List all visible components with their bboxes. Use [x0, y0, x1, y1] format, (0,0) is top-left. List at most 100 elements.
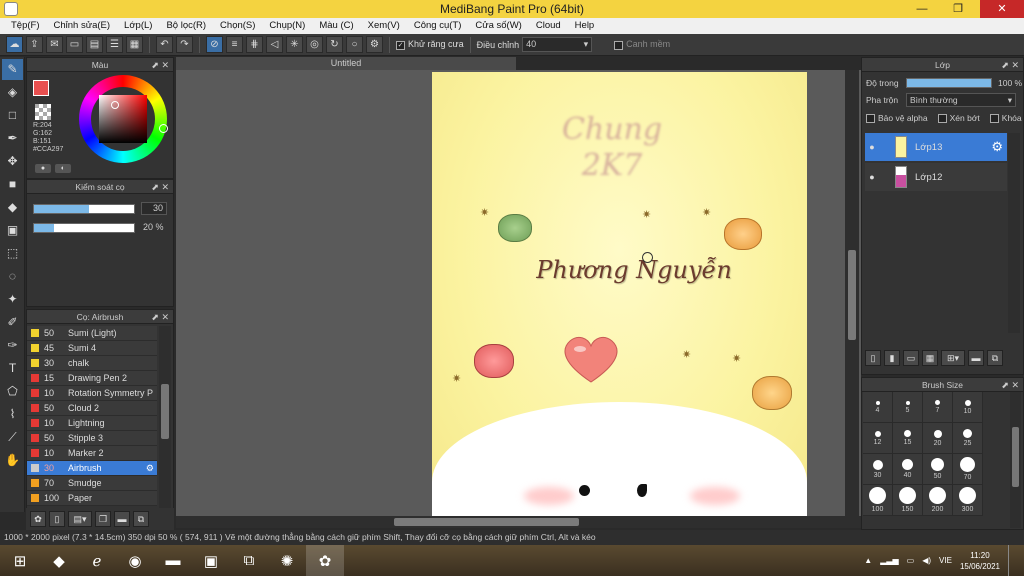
layer-menu-icon[interactable]: ⊞▾ — [941, 350, 965, 366]
brush-list-item[interactable]: 15 Drawing Pen 2 — [27, 371, 157, 386]
brush-size-cell[interactable]: 12 — [863, 423, 893, 454]
chrome-icon[interactable]: ◉ — [116, 545, 154, 576]
brush-opacity-slider[interactable] — [33, 223, 135, 233]
canvas-vertical-scrollbar[interactable] — [845, 70, 859, 516]
settings-icon[interactable]: ⚙ — [366, 36, 383, 53]
file-explorer-icon[interactable]: ▬ — [154, 545, 192, 576]
medibang-taskbar-icon[interactable]: ✿ — [306, 545, 344, 576]
lock-checkbox[interactable]: Khóa — [989, 113, 1022, 124]
powerpoint-icon[interactable]: ▣ — [192, 545, 230, 576]
menu-layer[interactable]: Lớp(L) — [117, 18, 159, 34]
cross-snap-icon[interactable]: ⋕ — [246, 36, 263, 53]
battery-icon[interactable]: ▭ — [907, 556, 915, 565]
eraser-tool-icon[interactable]: ◈ — [2, 82, 23, 103]
brush-tool-icon[interactable]: ✎ — [2, 59, 23, 80]
undo-icon[interactable]: ↶ — [156, 36, 173, 53]
lasso-tool-icon[interactable]: ◌ — [2, 266, 23, 287]
clock[interactable]: 11:20 15/06/2021 — [960, 550, 1000, 572]
no-snap-icon[interactable]: ⊘ — [206, 36, 223, 53]
dropper-tool-icon[interactable]: ⌇ — [2, 404, 23, 425]
canhmem-checkbox[interactable]: Canh mềm — [614, 39, 670, 50]
hand-tool-icon[interactable]: ✋ — [2, 450, 23, 471]
panel-close-icon[interactable]: ⬈ ✕ — [1001, 378, 1019, 392]
brush-size-cell[interactable]: 300 — [953, 485, 983, 516]
brush-size-cell[interactable]: 150 — [893, 485, 923, 516]
restore-button[interactable]: ❐ — [944, 0, 972, 18]
brush-size-cell[interactable]: 200 — [923, 485, 953, 516]
palette-icon[interactable]: ● — [35, 164, 51, 173]
brush-list-item[interactable]: 30 Airbrush ⚙ — [27, 461, 157, 476]
brush-list-item[interactable]: 70 Smudge — [27, 476, 157, 491]
brush-size-cell[interactable]: 15 — [893, 423, 923, 454]
show-desktop-button[interactable] — [1008, 545, 1016, 576]
vertical-scroll-thumb[interactable] — [848, 250, 856, 340]
network-icon[interactable]: ⧉ — [230, 545, 268, 576]
brush-list-item[interactable]: 10 Rotation Symmetry P — [27, 386, 157, 401]
brush-list-item[interactable]: 50 Stipple 3 — [27, 431, 157, 446]
brush-folder-icon[interactable]: ▬ — [114, 511, 130, 527]
panel-close-icon[interactable]: ⬈ ✕ — [151, 58, 169, 72]
brush-list-item[interactable]: 45 Sumi 4 — [27, 341, 157, 356]
brush-list-item[interactable]: 10 Marker 2 — [27, 446, 157, 461]
new-brush-icon[interactable]: ▯ — [49, 511, 65, 527]
brush-size-cell[interactable]: 50 — [923, 454, 953, 485]
minimize-button[interactable]: — — [908, 0, 936, 18]
brush-size-scrollbar[interactable] — [1010, 392, 1021, 528]
horizontal-scroll-thumb[interactable] — [394, 518, 579, 526]
new-layer-1bit-icon[interactable]: ▭ — [903, 350, 919, 366]
text-tool-icon[interactable]: T — [2, 358, 23, 379]
canvas-horizontal-scrollbar[interactable] — [176, 516, 861, 528]
layer-settings-gear-icon[interactable]: ⚙ — [991, 139, 1003, 155]
visibility-eye-icon[interactable]: ● — [865, 172, 879, 182]
app-icon-green[interactable]: ✺ — [268, 545, 306, 576]
wifi-icon[interactable]: ▂▃▅ — [880, 556, 898, 565]
fill-rect-tool-icon[interactable]: ■ — [2, 174, 23, 195]
brush-menu-icon[interactable]: ▤▾ — [68, 511, 92, 527]
select-pen-tool-icon[interactable]: ✐ — [2, 312, 23, 333]
menu-help[interactable]: Help — [568, 18, 602, 34]
brush-size-cell[interactable]: 30 — [863, 454, 893, 485]
color-wheel[interactable] — [79, 75, 168, 163]
ellipse-snap-icon[interactable]: ○ — [346, 36, 363, 53]
list-icon[interactable]: ☰ — [106, 36, 123, 53]
panel-close-icon[interactable]: ⬈ ✕ — [1001, 58, 1019, 72]
windows-start-icon[interactable]: ⊞ — [0, 545, 40, 576]
brush-size-cell[interactable]: 40 — [893, 454, 923, 485]
volume-icon[interactable]: ◀) — [922, 556, 931, 565]
move-tool-icon[interactable]: ✥ — [2, 151, 23, 172]
brush-size-cell[interactable]: 100 — [863, 485, 893, 516]
circle-snap-icon[interactable]: ◎ — [306, 36, 323, 53]
brush-copy-icon[interactable]: ❐ — [95, 511, 111, 527]
protect-alpha-checkbox[interactable]: Bảo vệ alpha — [866, 113, 928, 124]
language-indicator[interactable]: VIE — [939, 556, 952, 565]
magic-wand-tool-icon[interactable]: ✦ — [2, 289, 23, 310]
menu-cloud[interactable]: Cloud — [529, 18, 568, 34]
shape-tool-icon[interactable]: ⬠ — [2, 381, 23, 402]
panel-close-icon[interactable]: ⬈ ✕ — [151, 310, 169, 324]
brush-duplicate-icon[interactable]: ⧉ — [133, 511, 149, 527]
canvas-tab[interactable]: Untitled — [176, 57, 516, 70]
bluestacks-icon[interactable]: ◆ — [40, 545, 78, 576]
brush-size-value[interactable]: 30 — [141, 202, 167, 215]
upload-icon[interactable]: ⇪ — [26, 36, 43, 53]
saturation-value-square[interactable] — [99, 95, 147, 143]
color-picker-cursor[interactable] — [111, 101, 119, 109]
artwork[interactable]: Chung 2K7 Phương Nguyễn ✷ ✷ ✷ ✷ ✷ ✷ — [432, 72, 807, 516]
eyedropper-tool-icon[interactable]: ⟋ — [2, 427, 23, 448]
brush-list-scrollbar[interactable] — [159, 326, 171, 508]
eyedropper-icon[interactable]: ◐ — [55, 164, 71, 173]
layer-row-12[interactable]: ● Lớp12 — [865, 163, 1007, 191]
brush-size-cell[interactable]: 7 — [923, 392, 953, 423]
layer-folder-icon[interactable]: ▬ — [968, 350, 984, 366]
clip-checkbox[interactable]: Xén bớt — [937, 113, 980, 124]
menu-window[interactable]: Cửa số(W) — [468, 18, 528, 34]
primary-color-swatch[interactable] — [33, 80, 49, 96]
layer-duplicate-icon[interactable]: ⧉ — [987, 350, 1003, 366]
rect-select-tool-icon[interactable]: □ — [2, 105, 23, 126]
grid-icon[interactable]: ▦ — [126, 36, 143, 53]
brush-size-cell[interactable]: 20 — [923, 423, 953, 454]
menu-file[interactable]: Tệp(F) — [4, 18, 47, 34]
layer-opacity-slider[interactable] — [906, 78, 992, 88]
brush-list-item[interactable]: 30 chalk — [27, 356, 157, 371]
brush-size-scroll-thumb[interactable] — [1012, 427, 1019, 487]
